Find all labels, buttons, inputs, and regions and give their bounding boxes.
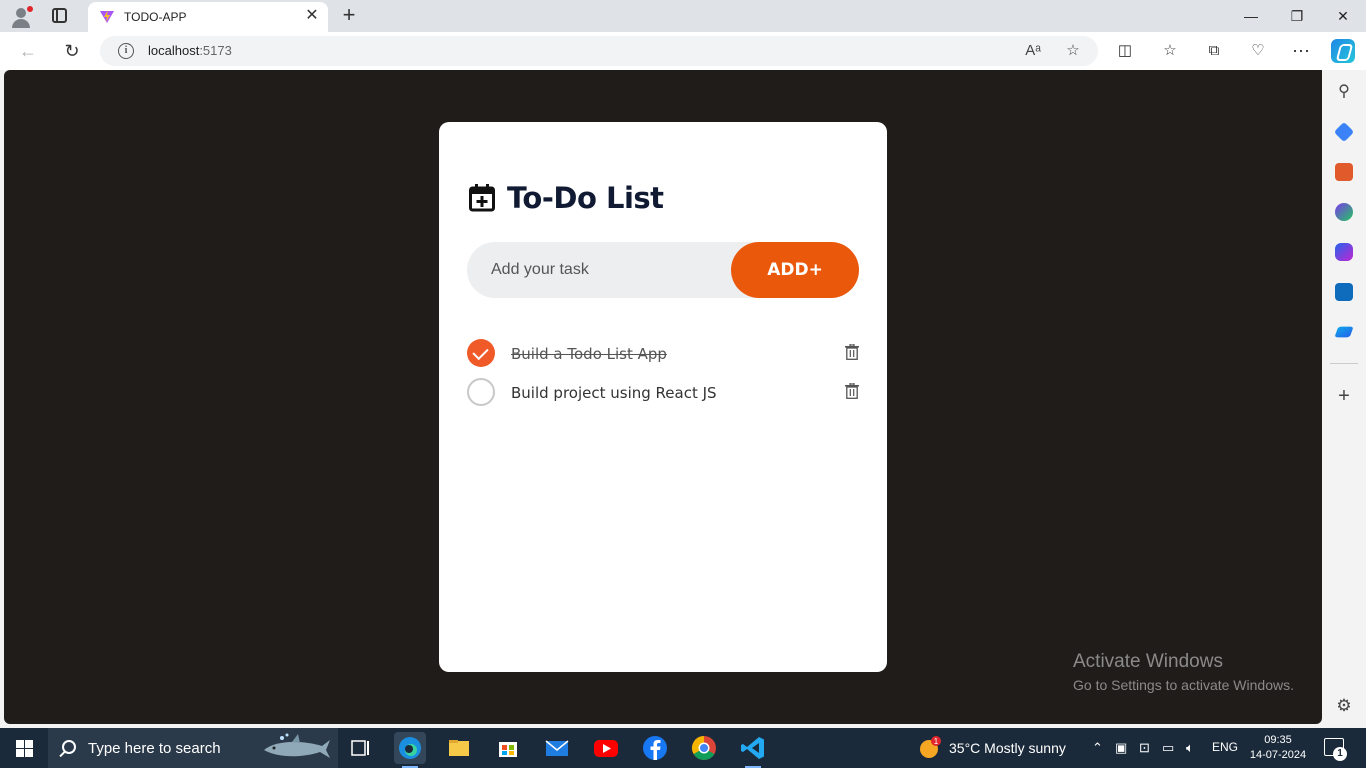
browser-title-bar: TODO-APP ✕ + — ❐ ✕ [0,0,1366,32]
watermark-title: Activate Windows [1073,651,1223,672]
file-explorer-icon[interactable] [443,732,475,764]
telegram-icon[interactable] [1334,326,1354,338]
sidebar-search-icon[interactable]: ⚲ [1334,82,1354,102]
windows-start-icon[interactable] [16,740,33,757]
page-title: To-Do List [507,181,664,215]
weather-text[interactable]: 35°C Mostly sunny [949,740,1066,756]
add-task-button[interactable]: ADD+ [731,242,859,298]
chrome-icon[interactable] [688,732,720,764]
unchecked-circle-icon[interactable] [467,378,495,406]
youtube-icon[interactable] [590,732,622,764]
activate-windows-watermark: Activate Windows Go to Settings to activ… [1073,651,1294,693]
minimize-button[interactable]: — [1228,0,1274,32]
search-icon [62,740,76,754]
taskbar-search-box[interactable]: Type here to search [48,728,338,768]
vscode-icon[interactable] [737,732,769,768]
todo-card: To-Do List ADD+ Build a Todo List App [439,122,887,672]
browser-essentials-icon[interactable]: ♡ [1247,40,1269,62]
edge-sidebar: ⚲ + ⚙ [1322,70,1366,727]
sidebar-settings-icon[interactable]: ⚙ [1334,696,1354,716]
volume-icon[interactable]: 🔈︎ [1186,740,1194,756]
trash-icon[interactable] [845,383,859,399]
search-highlight-shark-icon [264,733,330,758]
tab-close-icon[interactable]: ✕ [303,7,321,25]
collections-icon[interactable]: ⧉ [1203,40,1225,62]
todo-item[interactable]: Build a Todo List App [467,337,859,376]
favorites-icon[interactable]: ☆ [1159,40,1181,62]
page-viewport: To-Do List ADD+ Build a Todo List App [4,70,1322,724]
system-clock[interactable]: 09:35 14-07-2024 [1248,733,1308,763]
svg-text:1: 1 [934,737,939,746]
vite-logo-icon [100,10,114,23]
sidebar-add-icon[interactable]: + [1334,386,1354,406]
browser-tab-todo-app[interactable]: TODO-APP ✕ [88,2,328,32]
refresh-icon[interactable]: ↻ [61,40,83,62]
tools-icon[interactable] [1335,163,1353,181]
read-aloud-icon[interactable]: Aᵃ [1022,40,1044,62]
url-text[interactable]: localhost:5173 [148,43,232,58]
task-input[interactable] [491,242,721,298]
sidebar-divider [1330,363,1358,364]
weather-sun-icon[interactable]: 1 [918,736,942,760]
calendar-plus-icon [469,184,495,212]
back-arrow-icon[interactable]: ← [17,40,39,62]
copilot-icon[interactable] [1331,39,1355,63]
split-screen-icon[interactable]: ◫ [1114,40,1136,62]
show-hidden-icons-chevron-icon[interactable]: ⌃ [1092,740,1103,756]
microsoft-365-icon[interactable] [1335,243,1353,261]
restore-button[interactable]: ❐ [1274,0,1320,32]
todo-item[interactable]: Build project using React JS [467,376,859,415]
todo-list: Build a Todo List App Build project usin… [467,337,859,415]
windows-taskbar: Type here to search 1 35°C Mostly sunny … [0,728,1366,768]
new-tab-button[interactable]: + [338,3,360,27]
notification-count-badge: 1 [1333,747,1347,761]
address-bar[interactable]: i localhost:5173 Aᵃ ☆ [100,36,1098,66]
more-menu-icon[interactable]: ⋯ [1290,40,1312,62]
todo-item-text: Build project using React JS [511,384,717,402]
favorite-star-icon[interactable]: ☆ [1062,40,1084,62]
task-view-icon[interactable] [344,732,376,764]
meet-now-icon[interactable]: ▣ [1115,740,1127,756]
mail-icon[interactable] [541,732,573,764]
games-icon[interactable] [1335,203,1353,221]
browser-toolbar: ← ↻ i localhost:5173 Aᵃ ☆ ◫ ☆ ⧉ ♡ ⋯ [0,32,1366,70]
outlook-icon[interactable] [1335,283,1353,301]
close-window-button[interactable]: ✕ [1320,0,1366,32]
checked-circle-icon[interactable] [467,339,495,367]
site-info-icon[interactable]: i [118,43,134,59]
tab-title: TODO-APP [124,10,187,24]
tab-actions-icon[interactable] [52,8,67,23]
language-indicator[interactable]: ENG [1212,740,1238,754]
profile-avatar-icon[interactable] [10,6,33,28]
todo-item-text: Build a Todo List App [511,345,667,363]
network-icon[interactable]: ⊡ [1139,740,1150,756]
battery-icon[interactable]: ▭ [1162,740,1174,756]
search-placeholder: Type here to search [88,740,221,757]
edge-taskbar-icon[interactable] [394,732,426,768]
microsoft-store-icon[interactable] [492,732,524,764]
watermark-subtitle: Go to Settings to activate Windows. [1073,677,1294,693]
clock-time: 09:35 [1264,734,1292,746]
shopping-tag-icon[interactable] [1333,121,1355,143]
clock-date: 14-07-2024 [1249,749,1307,761]
task-input-row: ADD+ [467,242,859,298]
facebook-icon[interactable] [639,732,671,764]
app-heading: To-Do List [469,180,664,216]
trash-icon[interactable] [845,344,859,360]
